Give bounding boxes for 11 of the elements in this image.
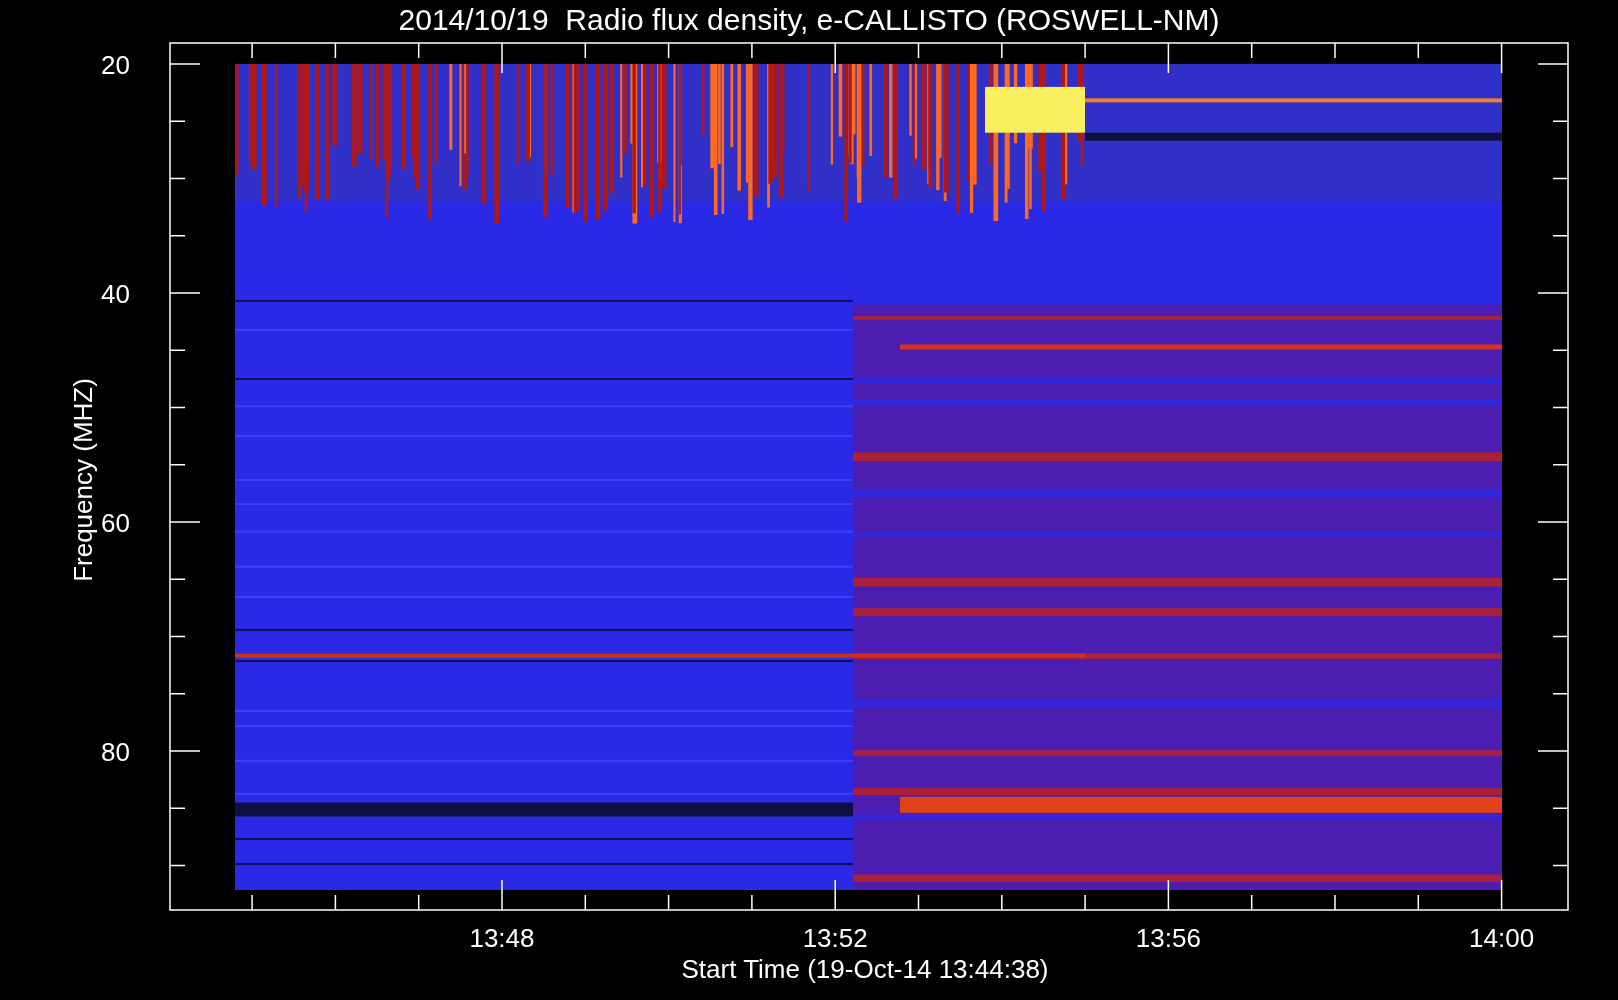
x-tick-label: 14:00 [1469,923,1535,953]
x-axis-label: Start Time (19-Oct-14 13:44:38) [681,954,1049,984]
x-tick-label: 13:48 [469,923,535,953]
chart-title: 2014/10/19 Radio flux density, e-CALLISTO (ROSWELL-NM) [398,3,1220,36]
y-tick-label: 80 [101,737,130,767]
y-tick-label: 60 [101,508,130,538]
x-tick-label: 13:56 [1135,923,1201,953]
x-tick-label: 13:52 [802,923,868,953]
y-axis-label: Frequency (MHZ) [68,378,98,582]
y-tick-label: 40 [101,279,130,309]
y-tick-label: 20 [101,50,130,80]
